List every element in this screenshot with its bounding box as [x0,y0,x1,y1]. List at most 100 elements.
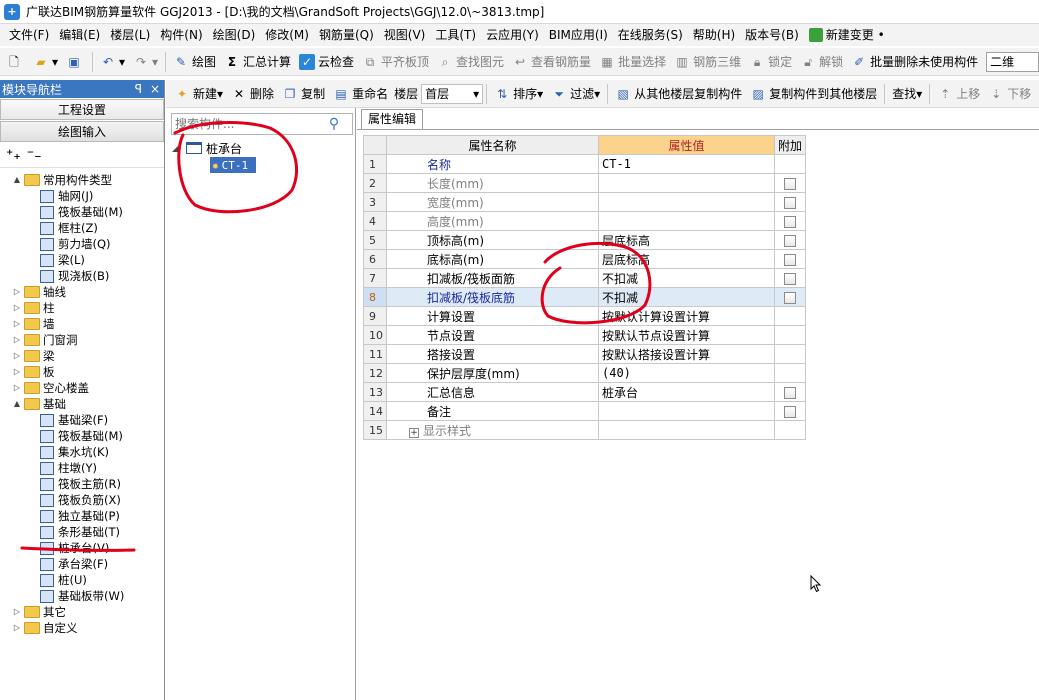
flat-top-button[interactable]: ⧉ 平齐板顶 [358,50,433,74]
expander-icon[interactable]: ▷ [12,380,22,396]
extra-checkbox[interactable] [784,234,796,247]
tree-item[interactable]: 桩承台(V) [0,540,164,556]
property-value[interactable]: 按默认节点设置计算 [598,325,775,345]
tree-item[interactable]: 基础板带(W) [0,588,164,604]
menu-draw[interactable]: 绘图(D) [208,25,261,45]
floor-select[interactable]: 首层 ▾ [421,83,484,104]
move-down-button[interactable]: ⇣ 下移 [984,82,1035,106]
expand-all-icon[interactable]: ⁺₊ [6,147,21,163]
property-row[interactable]: 3 宽度(mm) [363,192,807,212]
extra-checkbox[interactable] [784,215,796,228]
component-item-selected[interactable]: ✹ CT-1 [210,157,257,173]
batch-select-button[interactable]: ▦ 批量选择 [595,50,670,74]
property-row[interactable]: 4 高度(mm) [363,211,807,231]
tree-folder[interactable]: ▲ 基础 [0,396,164,412]
find-button[interactable]: 查找 ▾ [888,82,926,106]
tree-item[interactable]: 现浇板(B) [0,268,164,284]
property-row[interactable]: 7 扣减板/筏板面筋 不扣减 [363,268,807,288]
copy-component-button[interactable]: ❐ 复制 [278,82,329,106]
redo-button[interactable]: ↷ ▾ [129,50,162,74]
component-tree-root[interactable]: ◢ 桩承台 [172,140,256,156]
extra-checkbox[interactable] [784,253,796,266]
tree-folder[interactable]: ▷ 自定义 [0,620,164,636]
extra-checkbox[interactable] [784,386,796,399]
menu-modify[interactable]: 修改(M) [260,25,314,45]
lock-button[interactable]: 🔒︎ 锁定 [745,50,796,74]
search-icon[interactable]: ⚲ [322,114,346,134]
property-value[interactable]: 按默认搭接设置计算 [598,344,775,364]
property-value[interactable]: 按默认计算设置计算 [598,306,775,326]
new-component-button[interactable]: ✦ 新建 ▾ [170,82,227,106]
menu-file[interactable]: 文件(F) [4,25,54,45]
property-value[interactable] [598,192,775,212]
tree-item[interactable]: 承台梁(F) [0,556,164,572]
property-value[interactable] [598,401,775,421]
menu-bim[interactable]: BIM应用(I) [544,25,613,45]
open-file-button[interactable]: ▰ ▾ [29,50,62,74]
tree-item[interactable]: 桩(U) [0,572,164,588]
tree-item[interactable]: 条形基础(T) [0,524,164,540]
property-value[interactable]: 层底标高 [598,249,775,269]
property-row[interactable]: 6 底标高(m) 层底标高 [363,249,807,269]
expander-icon[interactable]: ▷ [12,364,22,380]
property-value[interactable] [598,173,775,193]
property-row[interactable]: 10 节点设置 按默认节点设置计算 [363,325,807,345]
property-row[interactable]: 11 搭接设置 按默认搭接设置计算 [363,344,807,364]
property-value[interactable]: 不扣减 [598,287,775,307]
tree-folder[interactable]: ▷ 其它 [0,604,164,620]
extra-checkbox[interactable] [784,405,796,418]
menu-component[interactable]: 构件(N) [155,25,207,45]
property-value[interactable]: 不扣减 [598,268,775,288]
close-icon[interactable]: × [150,82,160,96]
expander-icon[interactable]: ▷ [12,604,22,620]
filter-button[interactable]: ⏷ 过滤 ▾ [547,82,604,106]
menu-edit[interactable]: 编辑(E) [54,25,105,45]
property-value[interactable]: 层底标高 [598,230,775,250]
menu-rebar-qty[interactable]: 钢筋量(Q) [314,25,379,45]
view-mode-select[interactable]: 二维 [986,51,1039,72]
tree-item[interactable]: 基础梁(F) [0,412,164,428]
expander-icon[interactable]: ▷ [12,300,22,316]
component-search-input[interactable] [172,115,322,133]
expand-plus-icon[interactable]: + [409,427,419,438]
property-row[interactable]: 2 长度(mm) [363,173,807,193]
property-value[interactable]: (40) [598,363,775,383]
copy-to-floors-button[interactable]: ▨ 复制构件到其他楼层 [746,82,881,106]
find-element-button[interactable]: ⌕ 查找图元 [433,50,508,74]
property-row[interactable]: 12 保护层厚度(mm) (40) [363,363,807,383]
expander-icon[interactable]: ▷ [12,316,22,332]
tree-folder[interactable]: ▲ 常用构件类型 [0,172,164,188]
menu-new-change[interactable]: 新建变更 • [804,25,890,45]
property-value[interactable]: 桩承台 [598,382,775,402]
pin-icon[interactable]: ꟼ [135,82,142,96]
expander-icon[interactable]: ▲ [12,172,22,188]
expander-icon[interactable]: ▷ [12,284,22,300]
tree-item[interactable]: 筏板基础(M) [0,428,164,444]
batch-delete-button[interactable]: ✐ 批量删除未使用构件 [847,50,982,74]
tree-item[interactable]: 柱墩(Y) [0,460,164,476]
expander-icon[interactable]: ▷ [12,620,22,636]
sum-calc-button[interactable]: Σ 汇总计算 [220,50,295,74]
project-settings-button[interactable]: 工程设置 [0,99,164,120]
expander-icon[interactable]: ▲ [12,396,22,412]
drawing-input-button[interactable]: 绘图输入 [0,121,164,142]
property-row[interactable]: 5 顶标高(m) 层底标高 [363,230,807,250]
tree-item[interactable]: 筏板主筋(R) [0,476,164,492]
tree-folder[interactable]: ▷ 墙 [0,316,164,332]
tree-item[interactable]: 筏板负筋(X) [0,492,164,508]
sort-button[interactable]: ⇅ 排序 ▾ [490,82,547,106]
tree-folder[interactable]: ▷ 空心楼盖 [0,380,164,396]
tree-item[interactable]: 梁(L) [0,252,164,268]
tree-folder[interactable]: ▷ 板 [0,364,164,380]
property-value[interactable]: CT-1 [598,154,775,174]
tree-folder[interactable]: ▷ 柱 [0,300,164,316]
property-row[interactable]: 9 计算设置 按默认计算设置计算 [363,306,807,326]
menu-help[interactable]: 帮助(H) [688,25,740,45]
new-file-button[interactable]: 🗋 [2,50,29,74]
menu-floor[interactable]: 楼层(L) [105,25,155,45]
menu-version[interactable]: 版本号(B) [740,25,804,45]
tree-folder[interactable]: ▷ 轴线 [0,284,164,300]
tree-item[interactable]: 剪力墙(Q) [0,236,164,252]
property-row[interactable]: 15 + 显示样式 [363,420,807,440]
property-row[interactable]: 13 汇总信息 桩承台 [363,382,807,402]
